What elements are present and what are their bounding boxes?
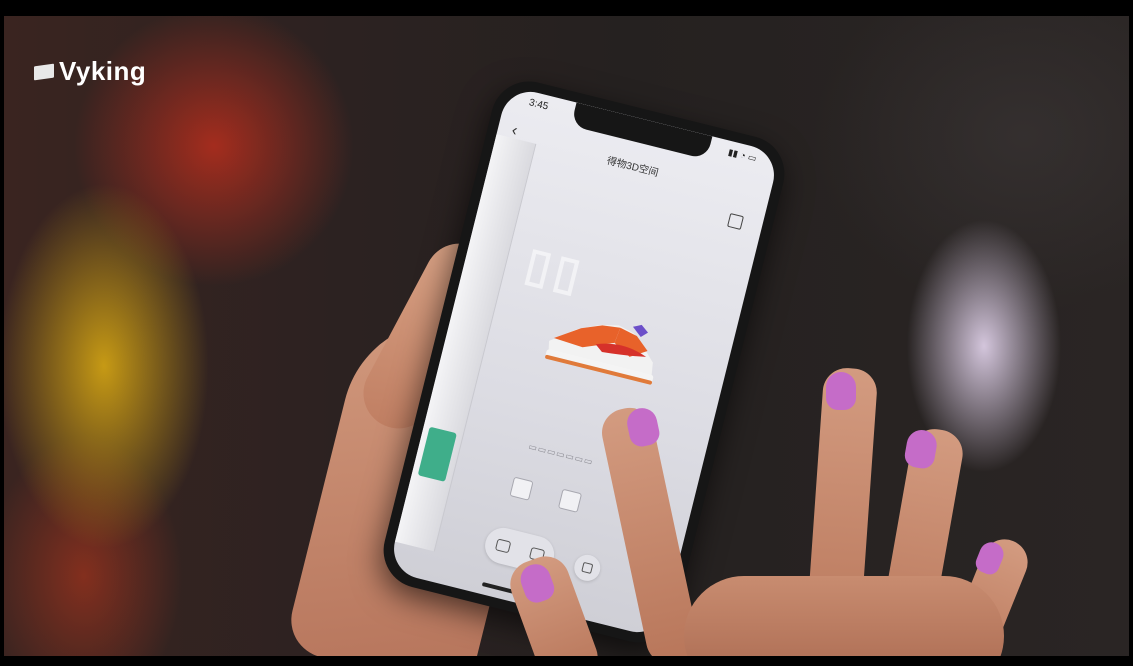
video-frame: Vyking 3:45 ▮▮ ◔ ▭ ‹ 得物3D空间 ▯▯ ▭▭▭▭▭▭▭	[4, 16, 1129, 656]
status-icons: ▮▮ ◔ ▭	[727, 146, 758, 164]
camera-icon[interactable]	[494, 538, 511, 554]
phone-screen: 3:45 ▮▮ ◔ ▭ ‹ 得物3D空间 ▯▯ ▭▭▭▭▭▭▭	[387, 85, 781, 639]
shopping-bag-icon	[581, 561, 594, 574]
right-hand-back	[684, 576, 1004, 656]
phone: 3:45 ▮▮ ◔ ▭ ‹ 得物3D空间 ▯▯ ▭▭▭▭▭▭▭	[375, 73, 793, 651]
variant-thumb-1[interactable]	[509, 476, 534, 501]
variant-thumb-2[interactable]	[557, 488, 583, 513]
status-time: 3:45	[527, 97, 550, 113]
brand-logo-icon	[34, 63, 54, 80]
share-icon[interactable]	[727, 212, 744, 230]
middle-finger-nail	[826, 372, 856, 410]
brand-name: Vyking	[59, 56, 147, 86]
shopping-bag-button[interactable]	[571, 552, 604, 584]
brand-logo: Vyking	[34, 56, 146, 87]
side-wall-tag	[417, 426, 457, 482]
sneaker-3d-model[interactable]	[535, 293, 671, 400]
